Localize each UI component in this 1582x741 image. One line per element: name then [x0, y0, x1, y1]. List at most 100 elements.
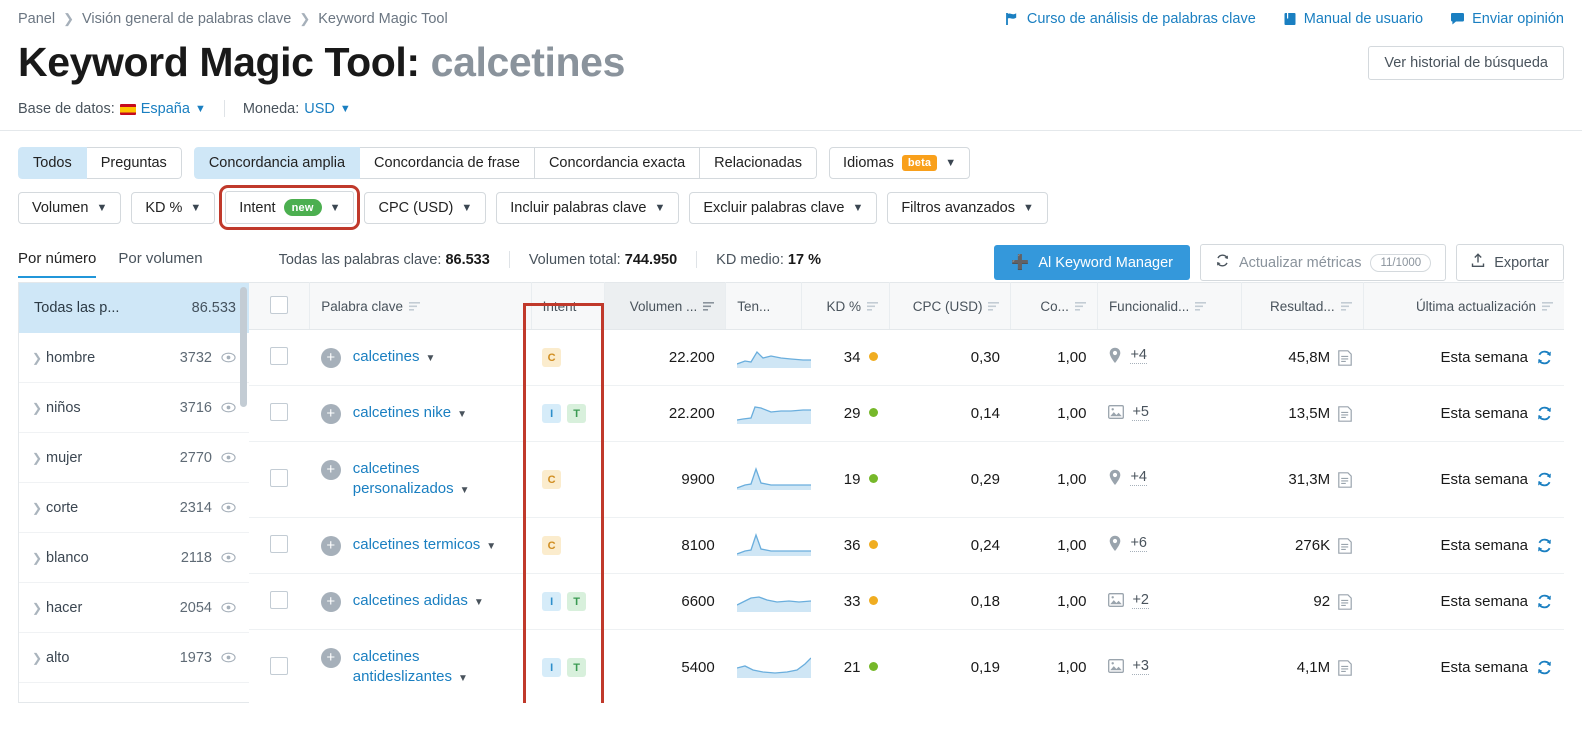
filter-intent[interactable]: Intent new ▼ [219, 185, 361, 230]
serp-features-more[interactable]: +3 [1132, 658, 1149, 675]
row-checkbox[interactable] [270, 402, 289, 421]
th-serp-features[interactable]: Funcionalid... [1097, 282, 1243, 330]
sidebar-scrollbar[interactable] [240, 287, 247, 700]
add-keyword-icon[interactable]: + [320, 591, 341, 612]
intent-badge-c[interactable]: C [542, 536, 562, 555]
sidebar-item-blanco[interactable]: ❯ blanco 2118 [19, 533, 249, 583]
th-cpc[interactable]: CPC (USD) [889, 282, 1012, 330]
keyword-link[interactable]: calcetines termicos ▼ [353, 535, 496, 557]
sidebar-item-corte[interactable]: ❯ corte 2314 [19, 483, 249, 533]
tab-concordancia-exacta[interactable]: Concordancia exacta [534, 147, 701, 179]
intent-badge-t[interactable]: T [567, 592, 587, 611]
add-to-keyword-manager-button[interactable]: ➕ Al Keyword Manager [994, 245, 1190, 280]
chevron-down-icon[interactable]: ▼ [458, 673, 468, 684]
subtab-por-volumen[interactable]: Por volumen [118, 250, 202, 278]
keyword-link[interactable]: calcetines nike ▼ [353, 403, 467, 425]
add-keyword-icon[interactable]: + [320, 535, 341, 556]
refresh-row-icon[interactable] [1536, 471, 1553, 488]
filter-avanzados[interactable]: Filtros avanzados ▼ [887, 191, 1048, 224]
send-feedback-link[interactable]: Enviar opinión [1450, 11, 1564, 27]
currency-selector[interactable]: USD ▼ [304, 101, 351, 117]
eye-icon[interactable] [221, 402, 236, 413]
eye-icon[interactable] [221, 502, 236, 513]
intent-badge-t[interactable]: T [567, 404, 587, 423]
refresh-row-icon[interactable] [1536, 593, 1553, 610]
serp-features-more[interactable]: +4 [1130, 469, 1147, 486]
tab-relacionadas[interactable]: Relacionadas [700, 147, 818, 179]
serp-document-icon[interactable] [1338, 405, 1352, 422]
filter-idiomas[interactable]: Idiomas beta ▼ [829, 147, 971, 179]
th-keyword[interactable]: Palabra clave [309, 282, 532, 330]
row-checkbox[interactable] [270, 534, 289, 553]
serp-document-icon[interactable] [1338, 593, 1352, 610]
chevron-down-icon[interactable]: ▼ [460, 485, 470, 496]
th-volume[interactable]: Volumen ... [604, 282, 727, 330]
serp-features-more[interactable]: +6 [1130, 535, 1147, 552]
breadcrumb-item-keyword-overview[interactable]: Visión general de palabras clave [82, 11, 291, 27]
table-row[interactable]: + calcetines personalizados ▼ C 9900 19 0,29 1,… [249, 441, 1564, 518]
sidebar-item-hombre[interactable]: ❯ hombre 3732 [19, 333, 249, 383]
eye-icon[interactable] [221, 602, 236, 613]
refresh-row-icon[interactable] [1536, 537, 1553, 554]
eye-icon[interactable] [221, 452, 236, 463]
keyword-link[interactable]: calcetines antideslizantes ▼ [353, 647, 520, 689]
add-keyword-icon[interactable]: + [320, 347, 341, 368]
th-updated[interactable]: Última actualización [1363, 282, 1564, 330]
refresh-row-icon[interactable] [1536, 405, 1553, 422]
th-results[interactable]: Resultad... [1241, 282, 1364, 330]
user-manual-link[interactable]: Manual de usuario [1283, 11, 1423, 27]
add-keyword-icon[interactable]: + [320, 403, 341, 424]
row-checkbox[interactable] [270, 656, 289, 675]
intent-badge-t[interactable]: T [567, 658, 587, 677]
add-keyword-icon[interactable]: + [320, 647, 341, 668]
export-button[interactable]: Exportar [1456, 244, 1564, 281]
filter-kd[interactable]: KD % ▼ [131, 191, 216, 224]
th-competition[interactable]: Co... [1010, 282, 1098, 330]
add-keyword-icon[interactable]: + [320, 459, 341, 480]
subtab-por-numero[interactable]: Por número [18, 250, 97, 278]
eye-icon[interactable] [221, 352, 236, 363]
intent-badge-c[interactable]: C [542, 348, 562, 367]
table-row[interactable]: + calcetines adidas ▼ I T 6600 33 0,18 1,00 +2 92 E… [249, 573, 1564, 630]
serp-features-more[interactable]: +2 [1132, 592, 1149, 609]
tab-concordancia-frase[interactable]: Concordancia de frase [360, 147, 535, 179]
keyword-link[interactable]: calcetines personalizados ▼ [353, 459, 520, 501]
serp-document-icon[interactable] [1338, 537, 1352, 554]
table-row[interactable]: + calcetines termicos ▼ C 8100 36 0,24 1,00 +6 27… [249, 517, 1564, 574]
course-link[interactable]: Curso de análisis de palabras clave [1004, 11, 1256, 27]
intent-badge-c[interactable]: C [542, 470, 562, 489]
select-all-checkbox[interactable] [270, 295, 289, 314]
eye-icon[interactable] [221, 652, 236, 663]
table-row[interactable]: + calcetines ▼ C 22.200 34 0,30 1,00 +4 45,8M Esta… [249, 329, 1564, 386]
refresh-row-icon[interactable] [1536, 349, 1553, 366]
search-history-button[interactable]: Ver historial de búsqueda [1368, 46, 1564, 80]
filter-cpc[interactable]: CPC (USD) ▼ [364, 191, 487, 224]
sidebar-item-mujer[interactable]: ❯ mujer 2770 [19, 433, 249, 483]
keyword-link[interactable]: calcetines ▼ [353, 347, 436, 369]
sidebar-item-ninos[interactable]: ❯ niños 3716 [19, 383, 249, 433]
breadcrumb-item-panel[interactable]: Panel [18, 11, 55, 27]
sidebar-item-hacer[interactable]: ❯ hacer 2054 [19, 583, 249, 633]
row-checkbox[interactable] [270, 590, 289, 609]
filter-volumen[interactable]: Volumen ▼ [18, 191, 122, 224]
serp-document-icon[interactable] [1338, 471, 1352, 488]
eye-icon[interactable] [221, 552, 236, 563]
tab-preguntas[interactable]: Preguntas [86, 147, 182, 179]
sidebar-item-all-keywords[interactable]: Todas las p... 86.533 [19, 283, 249, 333]
row-checkbox[interactable] [270, 468, 289, 487]
table-row[interactable]: + calcetines antideslizantes ▼ I T 5400 21 0,19… [249, 629, 1564, 703]
tab-todos[interactable]: Todos [18, 147, 87, 179]
chevron-down-icon[interactable]: ▼ [425, 353, 435, 364]
sidebar-item-alto[interactable]: ❯ alto 1973 [19, 633, 249, 683]
refresh-row-icon[interactable] [1536, 659, 1553, 676]
intent-badge-i[interactable]: I [542, 404, 562, 423]
serp-features-more[interactable]: +4 [1130, 347, 1147, 364]
filter-incluir-palabras[interactable]: Incluir palabras clave ▼ [496, 191, 680, 224]
keyword-link[interactable]: calcetines adidas ▼ [353, 591, 484, 613]
serp-document-icon[interactable] [1338, 659, 1352, 676]
sidebar-scrollbar-thumb[interactable] [240, 287, 247, 407]
serp-document-icon[interactable] [1338, 349, 1352, 366]
chevron-down-icon[interactable]: ▼ [474, 597, 484, 608]
chevron-down-icon[interactable]: ▼ [457, 409, 467, 420]
serp-features-more[interactable]: +5 [1132, 404, 1149, 421]
